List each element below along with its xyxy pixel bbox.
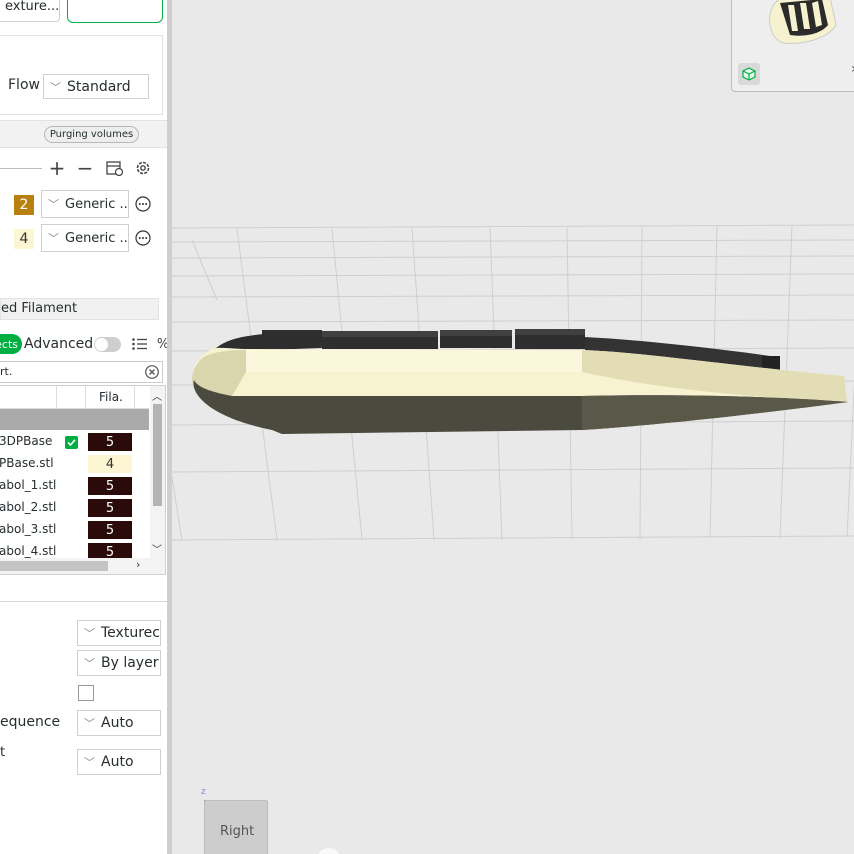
filament-swatch[interactable]: 5 [88,433,132,451]
filament-swatch[interactable]: 5 [88,543,132,558]
filament-preset-select[interactable]: ﹀ Generic ... [41,224,129,252]
object-search-input[interactable]: rt. [0,361,163,383]
filament-preset-select[interactable]: ﹀ Generic ... [41,190,129,218]
list-view-icon[interactable] [130,336,148,352]
filament-section-header[interactable]: ed Filament [0,298,159,320]
chevron-down-icon: ﹀ [48,198,59,211]
object-row[interactable]: abol_2.stl 5 [0,497,149,519]
chevron-down-icon: ﹀ [84,627,95,640]
more-options-icon[interactable] [134,195,152,213]
navigation-cube-panel[interactable]: › [731,0,854,92]
object-search-text: rt. [0,365,13,378]
build-plate-scene [172,224,854,541]
filament-swatch[interactable]: 4 [88,455,132,473]
vertical-scrollbar[interactable]: ︿ ﹀ [150,386,165,558]
objects-tab[interactable]: ects [0,334,22,354]
object-name: abol_4.stl [0,544,57,558]
chevron-down-icon: ﹀ [84,657,95,670]
gear-icon[interactable] [133,158,153,178]
flow-select-value: Standard [67,78,131,95]
last-setting-label: t [0,745,6,760]
advanced-toggle[interactable] [94,337,121,352]
print-sequence-select[interactable]: ﹀ By layer [77,650,161,676]
active-top-button[interactable] [67,0,163,23]
object-list-header: Fila. [0,386,149,409]
filament-item[interactable]: 4 ﹀ Generic ... [0,224,168,252]
plate-row[interactable] [0,409,149,430]
filament-item[interactable]: 2 ﹀ Generic ... [0,190,168,218]
cream-layer-front [246,350,582,372]
object-row[interactable]: PBase.stl 4 [0,453,149,475]
object-list: Fila. 3DPBase 5 PBase.stl 4 abol_1.stl 5… [0,385,166,575]
left-sidebar: exture... Flow ﹀ Standard Purging volume… [0,0,168,854]
scroll-up-icon[interactable]: ︿ [152,388,162,403]
sequence-label: equence [0,714,61,730]
checked-checkbox-icon[interactable] [65,436,78,449]
object-row[interactable]: abol_1.stl 5 [0,475,149,497]
flow-settings-box: Flow ﹀ Standard [0,35,163,115]
object-name: abol_3.stl [0,522,57,536]
sync-filament-icon[interactable] [104,158,124,178]
scroll-right-icon[interactable]: › [136,558,140,571]
view-orientation-label: Right [220,824,255,839]
filament-header: Purging volumes [0,120,168,148]
remove-filament-icon[interactable]: − [76,156,94,180]
object-name: 3DPBase [0,434,53,448]
objects-tab-label: ects [0,337,18,351]
last-setting-select[interactable]: ﹀ Auto [77,749,161,775]
filament-swatch[interactable]: 5 [88,499,132,517]
fila-column-header: Fila. [99,390,123,404]
object-row[interactable]: abol_4.stl 5 [0,541,149,558]
advanced-label: Advanced [24,336,94,352]
view-orientation-button[interactable]: Right [204,800,268,854]
cube-view-icon[interactable] [738,63,760,85]
3d-viewport[interactable]: › z Right [172,0,854,854]
sequence-select[interactable]: ﹀ Auto [77,710,161,736]
texture-button[interactable]: exture... [0,0,60,22]
flow-label: Flow [8,77,40,93]
chevron-down-icon: ﹀ [84,717,95,730]
filament-swatch[interactable]: 5 [88,521,132,539]
filament-color-swatch[interactable]: 2 [14,195,34,215]
chevron-down-icon: ﹀ [84,756,95,769]
horizontal-scrollbar[interactable]: › [0,558,165,574]
z-axis-label: z [201,787,206,797]
plate-type-select[interactable]: ﹀ Texturec [77,620,161,646]
filament-section-label: ed Filament [1,301,78,316]
add-filament-icon[interactable]: + [48,156,66,180]
filament-color-swatch[interactable]: 4 [14,229,34,249]
section-divider [0,601,168,602]
object-row[interactable]: abol_3.stl 5 [0,519,149,541]
purging-volumes-label: Purging volumes [49,129,134,140]
filament-toolbar-line [0,168,42,169]
purging-volumes-button[interactable]: Purging volumes [44,126,139,143]
object-name: PBase.stl [0,456,54,470]
scrollbar-thumb[interactable] [153,404,162,506]
texture-button-label: exture... [5,0,60,14]
horizontal-scrollbar-thumb[interactable] [0,561,108,571]
flow-select[interactable]: ﹀ Standard [43,74,149,99]
more-options-icon[interactable] [134,229,152,247]
filament-swatch[interactable]: 5 [88,477,132,495]
object-row[interactable]: 3DPBase 5 [0,431,149,453]
scroll-down-icon[interactable]: ﹀ [152,541,162,556]
chevron-down-icon: ﹀ [50,80,61,94]
plate-checkbox[interactable] [78,685,94,701]
object-name: abol_1.stl [0,478,57,492]
clear-search-icon[interactable] [144,364,159,379]
object-name: abol_2.stl [0,500,57,514]
chevron-down-icon: ﹀ [48,232,59,245]
